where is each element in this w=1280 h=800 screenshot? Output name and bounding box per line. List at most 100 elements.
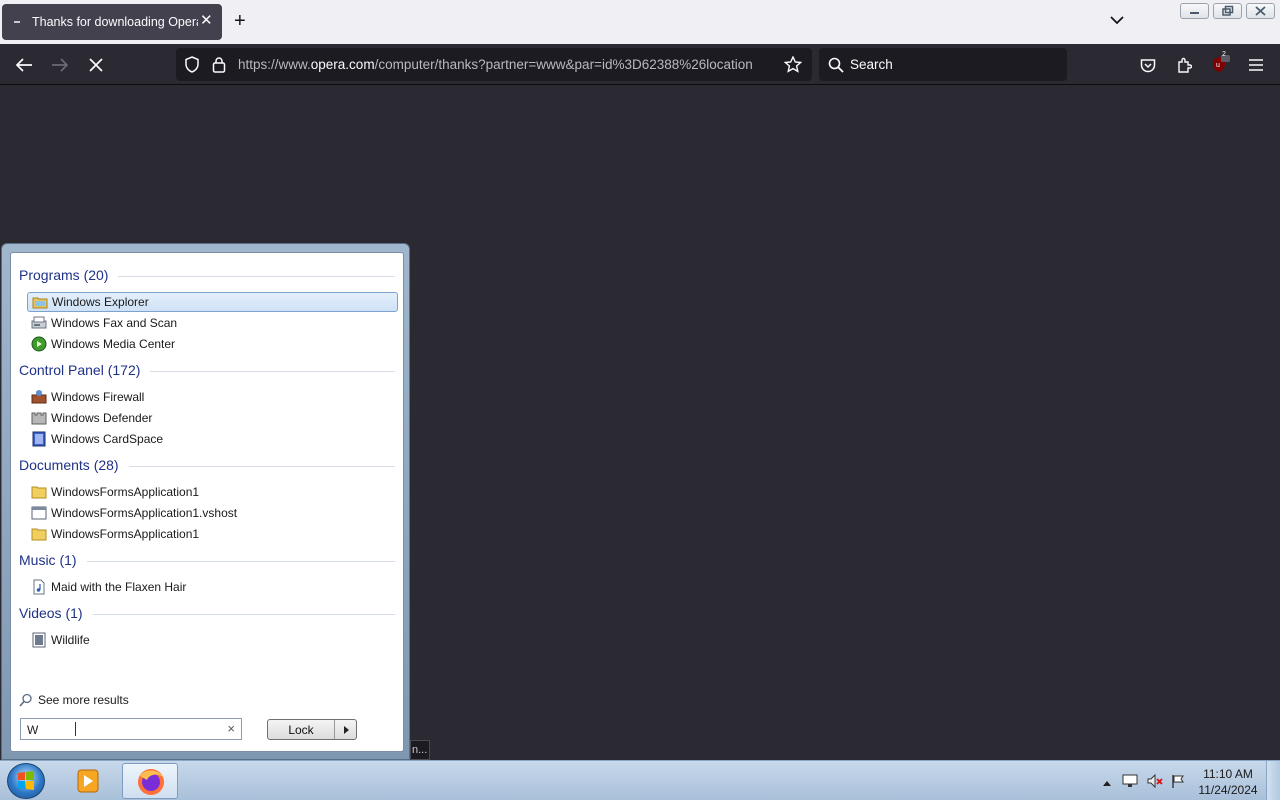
taskbar-media-player[interactable] <box>60 763 116 799</box>
lock-label: Lock <box>288 723 314 737</box>
hamburger-menu-icon[interactable] <box>1245 54 1267 76</box>
status-panel: n... <box>410 740 430 760</box>
tab-strip: Thanks for downloading Opera ✕ + <box>0 0 1280 44</box>
group-heading-label: Documents (28) <box>19 457 119 473</box>
show-hidden-icons-icon[interactable] <box>1102 776 1112 790</box>
result-music-1[interactable]: Maid with the Flaxen Hair <box>27 577 398 597</box>
group-heading-programs[interactable]: Programs (20) <box>19 267 395 283</box>
group-heading-label: Music (1) <box>19 552 77 568</box>
group-heading-label: Control Panel (172) <box>19 362 141 378</box>
result-windows-fax-and-scan[interactable]: Windows Fax and Scan <box>27 313 398 333</box>
search-query-text: W <box>27 723 39 737</box>
start-button[interactable] <box>7 763 45 799</box>
search-bar[interactable]: Search <box>819 48 1067 81</box>
firewall-icon <box>31 389 47 405</box>
address-bar[interactable]: https://www.opera.com/computer/thanks?pa… <box>176 48 812 81</box>
folder-explorer-icon <box>32 294 48 310</box>
group-heading-videos[interactable]: Videos (1) <box>19 605 395 621</box>
result-label: Windows Firewall <box>51 390 145 404</box>
close-window-button[interactable] <box>1246 3 1275 19</box>
video-file-icon <box>31 632 47 648</box>
magnifier-icon <box>19 693 33 707</box>
result-windows-cardspace[interactable]: Windows CardSpace <box>27 429 398 449</box>
result-label: Windows Explorer <box>52 295 149 309</box>
clock-time: 11:10 AM <box>1203 767 1253 781</box>
system-tray: 11:10 AM 11/24/2024 <box>1098 761 1280 800</box>
group-heading-label: Videos (1) <box>19 605 83 621</box>
text-cursor <box>75 722 76 736</box>
volume-muted-icon[interactable] <box>1146 773 1164 792</box>
start-search-input[interactable]: W × <box>20 718 242 740</box>
group-heading-label: Programs (20) <box>19 267 109 283</box>
result-label: Windows Defender <box>51 411 153 425</box>
clock[interactable]: 11:10 AM 11/24/2024 <box>1194 766 1262 798</box>
tracking-protection-shield-icon[interactable] <box>184 56 200 78</box>
stop-loading-icon[interactable] <box>85 54 107 76</box>
result-label: WindowsFormsApplication1 <box>51 527 200 541</box>
svg-text:u: u <box>1216 62 1220 69</box>
result-video-1[interactable]: Wildlife <box>27 630 398 650</box>
clear-search-icon[interactable]: × <box>227 721 235 736</box>
fax-scanner-icon <box>31 315 47 331</box>
extension-badge: 2 <box>1222 51 1226 58</box>
taskbar: 11:10 AM 11/24/2024 <box>0 760 1280 800</box>
audio-file-icon <box>31 579 47 595</box>
extensions-puzzle-icon[interactable] <box>1173 54 1195 76</box>
action-center-flag-icon[interactable] <box>1170 773 1186 792</box>
clock-date: 11/24/2024 <box>1198 783 1258 797</box>
search-icon <box>828 57 844 78</box>
show-desktop-button[interactable] <box>1266 761 1280 800</box>
result-windows-explorer[interactable]: Windows Explorer <box>27 292 398 312</box>
see-more-results-link[interactable]: See more results <box>19 693 129 707</box>
pocket-icon[interactable] <box>1137 54 1159 76</box>
result-label: Windows Fax and Scan <box>51 316 178 330</box>
windows-logo-icon <box>18 771 34 790</box>
new-tab-button[interactable]: + <box>234 10 246 32</box>
lock-button[interactable]: Lock <box>267 719 357 740</box>
network-icon[interactable] <box>1122 773 1138 792</box>
folder-icon <box>31 526 47 542</box>
lock-options-arrow-icon[interactable] <box>344 726 349 734</box>
cardspace-icon <box>31 431 47 447</box>
navigation-toolbar: https://www.opera.com/computer/thanks?pa… <box>0 44 1280 85</box>
application-window-icon <box>31 505 47 521</box>
list-all-tabs-icon[interactable] <box>1110 12 1124 30</box>
defender-castle-icon <box>31 410 47 426</box>
start-menu: Programs (20) Windows Explorer Windows F… <box>1 243 410 760</box>
firefox-icon <box>138 769 164 795</box>
tab-close-icon[interactable]: ✕ <box>200 13 213 29</box>
result-document-2[interactable]: WindowsFormsApplication1.vshost <box>27 503 398 523</box>
result-document-3[interactable]: WindowsFormsApplication1 <box>27 524 398 544</box>
result-label: Windows Media Center <box>51 337 176 351</box>
group-heading-music[interactable]: Music (1) <box>19 552 395 568</box>
ublock-origin-icon[interactable]: u 2 <box>1209 51 1231 76</box>
forward-icon <box>49 54 71 76</box>
result-windows-media-center[interactable]: Windows Media Center <box>27 334 398 354</box>
media-player-icon <box>77 769 99 793</box>
search-input[interactable]: Search <box>850 57 893 72</box>
minimize-button[interactable] <box>1180 3 1209 19</box>
url-text: https://www.opera.com/computer/thanks?pa… <box>238 57 753 72</box>
result-document-1[interactable]: WindowsFormsApplication1 <box>27 482 398 502</box>
search-results-pane: Programs (20) Windows Explorer Windows F… <box>10 252 404 752</box>
window-controls <box>1180 3 1275 19</box>
result-label: Maid with the Flaxen Hair <box>51 580 187 594</box>
result-label: Windows CardSpace <box>51 432 164 446</box>
folder-icon <box>31 484 47 500</box>
bookmark-star-icon[interactable] <box>783 55 803 78</box>
loading-favicon-icon <box>14 21 20 23</box>
restore-button[interactable] <box>1213 3 1242 19</box>
group-heading-documents[interactable]: Documents (28) <box>19 457 395 473</box>
media-center-icon <box>31 336 47 352</box>
result-label: WindowsFormsApplication1.vshost <box>51 506 238 520</box>
lock-button-divider <box>334 720 335 739</box>
result-windows-firewall[interactable]: Windows Firewall <box>27 387 398 407</box>
result-windows-defender[interactable]: Windows Defender <box>27 408 398 428</box>
back-icon[interactable] <box>13 54 35 76</box>
result-label: WindowsFormsApplication1 <box>51 485 200 499</box>
group-heading-control-panel[interactable]: Control Panel (172) <box>19 362 395 378</box>
taskbar-firefox[interactable] <box>122 763 178 799</box>
see-more-label: See more results <box>38 693 129 707</box>
lock-icon[interactable] <box>212 56 226 78</box>
tab-opera-thanks[interactable]: Thanks for downloading Opera ✕ <box>2 4 222 40</box>
